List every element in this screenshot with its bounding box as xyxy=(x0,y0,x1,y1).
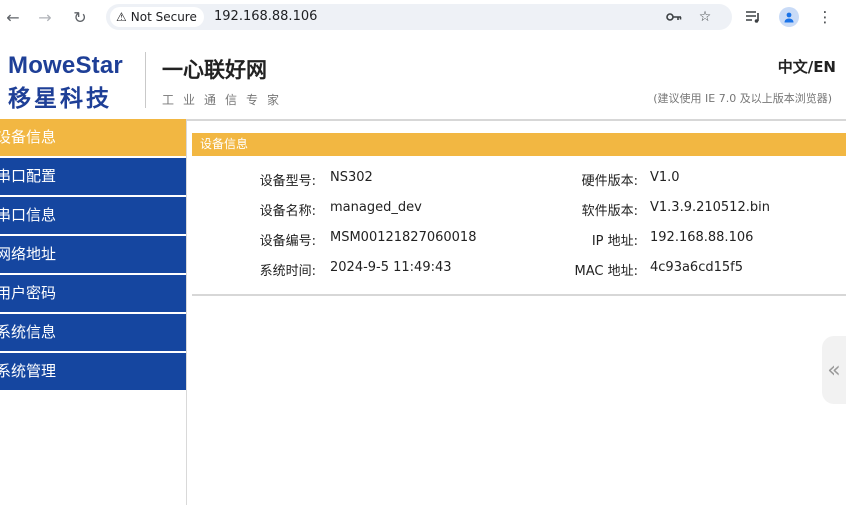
info-row: 设备编号: MSM00121827060018 IP 地址: 192.168.8… xyxy=(192,230,846,260)
lang-chinese-link[interactable]: 中文 xyxy=(778,58,808,76)
sidebar-item-device-info[interactable]: 设备信息 xyxy=(0,119,186,156)
logo-divider xyxy=(145,52,146,108)
site-header: MoweStar 移星科技 一心联好网 工业通信专家 中文/EN (建议使用 I… xyxy=(0,34,846,121)
hardware-version-label: 硬件版本: xyxy=(581,174,638,189)
device-name-label: 设备名称: xyxy=(259,204,316,219)
device-info-table: 设备型号: NS302 硬件版本: V1.0 设备名称: managed_dev… xyxy=(192,158,846,296)
device-model-label: 设备型号: xyxy=(259,174,316,189)
site-title: 一心联好网 xyxy=(162,58,267,82)
device-name-value: managed_dev xyxy=(330,200,422,215)
browser-recommendation: (建议使用 IE 7.0 及以上版本浏览器) xyxy=(653,92,832,105)
info-row: 设备型号: NS302 硬件版本: V1.0 xyxy=(192,170,846,200)
ip-address-value: 192.168.88.106 xyxy=(650,230,754,245)
address-bar[interactable]: ⚠ Not Secure 192.168.88.106 ☆ xyxy=(106,4,732,30)
software-version-label: 软件版本: xyxy=(581,204,638,219)
kebab-menu-icon[interactable]: ⋮ xyxy=(814,6,836,28)
browser-toolbar: ← → ↻ ⚠ Not Secure 192.168.88.106 ☆ ⋮ xyxy=(0,0,846,35)
sidebar-item-user-password[interactable]: 用户密码 xyxy=(0,275,186,312)
system-time-value: 2024-9-5 11:49:43 xyxy=(330,260,452,275)
profile-icon[interactable] xyxy=(778,6,800,28)
sidebar-item-serial-info[interactable]: 串口信息 xyxy=(0,197,186,234)
star-icon[interactable]: ☆ xyxy=(695,7,715,27)
sidebar-collapse-handle[interactable]: « xyxy=(822,336,846,404)
media-queue-icon[interactable] xyxy=(742,6,764,28)
hardware-version-value: V1.0 xyxy=(650,170,680,185)
device-model-value: NS302 xyxy=(330,170,373,185)
device-serial-label: 设备编号: xyxy=(259,234,316,249)
mac-address-label: MAC 地址: xyxy=(574,264,638,279)
back-icon[interactable]: ← xyxy=(2,6,24,28)
chevron-left-icon: « xyxy=(827,357,841,383)
url-text[interactable]: 192.168.88.106 xyxy=(214,9,317,24)
sidebar-item-serial-config[interactable]: 串口配置 xyxy=(0,158,186,195)
panel-title: 设备信息 xyxy=(192,133,846,156)
device-serial-value: MSM00121827060018 xyxy=(330,230,477,245)
language-switch: 中文/EN xyxy=(778,56,836,77)
lang-english-link[interactable]: EN xyxy=(813,58,836,76)
info-row: 设备名称: managed_dev 软件版本: V1.3.9.210512.bi… xyxy=(192,200,846,230)
software-version-value: V1.3.9.210512.bin xyxy=(650,200,770,215)
sidebar-menu: 设备信息 串口配置 串口信息 网络地址 用户密码 系统信息 系统管理 xyxy=(0,119,187,505)
forward-icon[interactable]: → xyxy=(34,6,56,28)
site-slogan: 工业通信专家 xyxy=(162,93,289,107)
ip-address-label: IP 地址: xyxy=(591,234,638,249)
warning-triangle-icon: ⚠ xyxy=(116,10,127,24)
sidebar-item-network-address[interactable]: 网络地址 xyxy=(0,236,186,273)
mac-address-value: 4c93a6cd15f5 xyxy=(650,260,743,275)
sidebar-item-system-info[interactable]: 系统信息 xyxy=(0,314,186,351)
logo-chinese: 移星科技 xyxy=(8,86,112,112)
logo-english: MoweStar xyxy=(8,52,123,79)
key-icon[interactable] xyxy=(664,7,684,27)
security-label: Not Secure xyxy=(130,10,197,24)
sidebar-item-system-management[interactable]: 系统管理 xyxy=(0,353,186,390)
system-time-label: 系统时间: xyxy=(259,264,316,279)
info-row: 系统时间: 2024-9-5 11:49:43 MAC 地址: 4c93a6cd… xyxy=(192,260,846,290)
security-chip[interactable]: ⚠ Not Secure xyxy=(110,7,204,27)
reload-icon[interactable]: ↻ xyxy=(69,6,91,28)
